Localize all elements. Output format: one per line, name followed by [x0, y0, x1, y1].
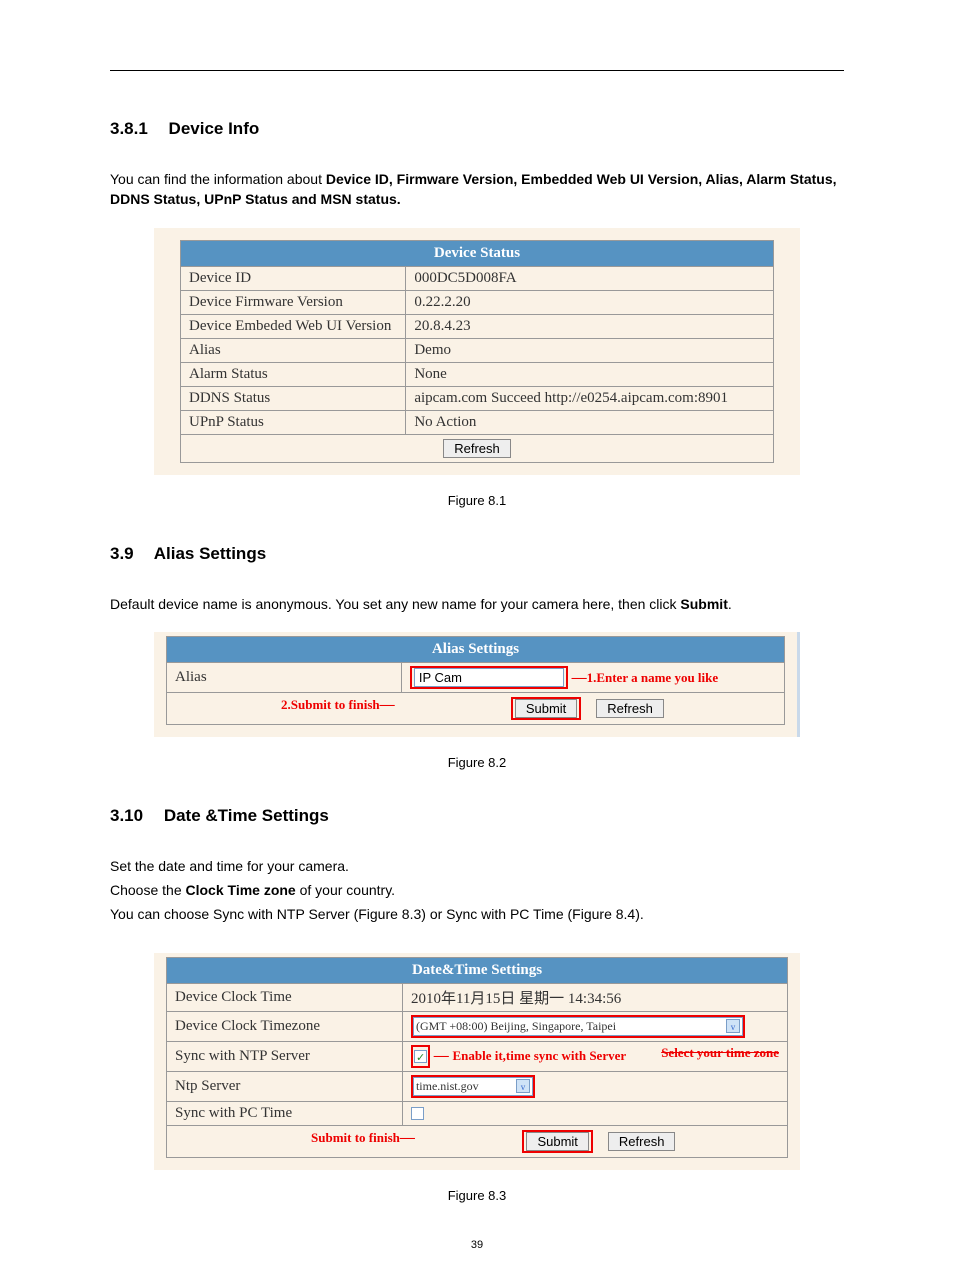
table-row: Device Firmware Version0.22.2.20 [181, 290, 774, 314]
annot-submit: Submit to finish [311, 1130, 400, 1145]
sync-ntp-checkbox[interactable] [414, 1050, 427, 1063]
p1: Set the date and time for your camera. [110, 856, 844, 876]
table-row: Device Clock Time 2010年11月15日 星期一 14:34:… [167, 983, 788, 1011]
figure-8-1: Device Status Device ID000DC5D008FA Devi… [154, 228, 800, 475]
section-title: Alias Settings [154, 544, 266, 563]
annot-2: 2.Submit to finish [281, 697, 380, 712]
section-title: Device Info [169, 119, 260, 138]
chevron-down-icon: v [726, 1019, 740, 1033]
page-number: 39 [110, 1239, 844, 1251]
timezone-highlight: (GMT +08:00) Beijing, Singapore, Taipei … [411, 1015, 745, 1038]
figure-8-2: Alias Settings Alias —1.Enter a name you… [154, 632, 800, 737]
refresh-button[interactable]: Refresh [443, 439, 511, 458]
chevron-down-icon: v [516, 1079, 530, 1093]
ntp-server-select[interactable]: time.nist.gov v [413, 1077, 533, 1096]
table-header: Device Status [181, 240, 774, 266]
refresh-button[interactable]: Refresh [596, 699, 664, 718]
submit-highlight: Submit [522, 1130, 592, 1153]
figure-caption: Figure 8.3 [110, 1188, 844, 1203]
table-row: DDNS Statusaipcam.com Succeed http://e02… [181, 386, 774, 410]
sync-pc-checkbox[interactable] [411, 1107, 424, 1120]
alias-input-highlight [410, 666, 568, 689]
table-row: UPnP StatusNo Action [181, 410, 774, 434]
ntp-server-highlight: time.nist.gov v [411, 1075, 535, 1098]
table-row: Alias —1.Enter a name you like [167, 662, 785, 692]
submit-highlight: Submit [511, 697, 581, 720]
table-row: Sync with PC Time [167, 1101, 788, 1125]
top-rule [110, 70, 844, 71]
table-header: Alias Settings [167, 636, 785, 662]
timezone-select[interactable]: (GMT +08:00) Beijing, Singapore, Taipei … [413, 1017, 743, 1036]
p2: Choose the Clock Time zone of your count… [110, 880, 844, 900]
table-row: AliasDemo [181, 338, 774, 362]
refresh-button[interactable]: Refresh [608, 1132, 676, 1151]
figure-caption: Figure 8.1 [110, 493, 844, 508]
section-number: 3.10 [110, 806, 143, 825]
heading-datetime-settings: 3.10 Date &Time Settings [110, 806, 844, 826]
annot-select-tz: Select your time zone [661, 1045, 779, 1061]
annot-enable: Enable it,time sync with Server [452, 1048, 626, 1063]
table-row: Device Clock Timezone (GMT +08:00) Beiji… [167, 1011, 788, 1041]
datetime-settings-table: Date&Time Settings Device Clock Time 201… [166, 957, 788, 1158]
table-header: Date&Time Settings [167, 957, 788, 983]
annot-1: 1.Enter a name you like [587, 670, 719, 685]
section-number: 3.9 [110, 544, 134, 563]
ntp-check-highlight [411, 1045, 430, 1068]
section-number: 3.8.1 [110, 119, 148, 138]
alias-settings-table: Alias Settings Alias —1.Enter a name you… [166, 636, 785, 725]
table-row: Device ID000DC5D008FA [181, 266, 774, 290]
submit-button[interactable]: Submit [526, 1132, 588, 1151]
table-row: Alarm StatusNone [181, 362, 774, 386]
heading-device-info: 3.8.1 Device Info [110, 119, 844, 139]
table-row: Sync with NTP Server — Enable it,time sy… [167, 1041, 788, 1071]
figure-caption: Figure 8.2 [110, 755, 844, 770]
submit-button[interactable]: Submit [515, 699, 577, 718]
intro-alias: Default device name is anonymous. You se… [110, 594, 844, 614]
device-status-table: Device Status Device ID000DC5D008FA Devi… [180, 240, 774, 463]
table-row: Ntp Server time.nist.gov v [167, 1071, 788, 1101]
intro-device-info: You can find the information about Devic… [110, 169, 844, 210]
table-row: Device Embeded Web UI Version20.8.4.23 [181, 314, 774, 338]
heading-alias-settings: 3.9 Alias Settings [110, 544, 844, 564]
alias-input[interactable] [414, 668, 564, 687]
figure-8-3: Date&Time Settings Device Clock Time 201… [154, 953, 800, 1170]
section-title: Date &Time Settings [164, 806, 329, 825]
p3: You can choose Sync with NTP Server (Fig… [110, 904, 844, 924]
